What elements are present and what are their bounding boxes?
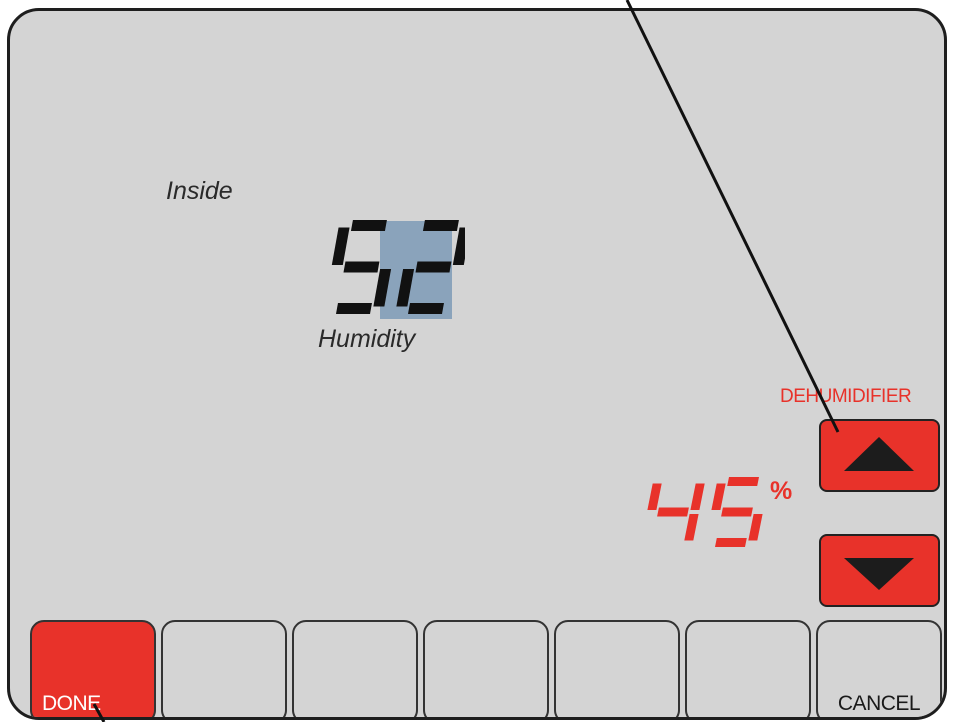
softkey-6[interactable]	[685, 620, 811, 717]
segment-b	[452, 227, 465, 265]
segment-d	[715, 538, 747, 547]
softkey-5[interactable]	[554, 620, 680, 717]
segment-e	[396, 269, 415, 307]
segment-b	[690, 483, 705, 510]
setpoint-up-button[interactable]	[819, 419, 940, 492]
softkey-3[interactable]	[292, 620, 418, 717]
segment-f	[647, 483, 662, 510]
cancel-label: CANCEL	[837, 692, 921, 715]
dehumidifier-setpoint-value	[647, 477, 763, 547]
thermostat-screen: Inside Humidity DEHUMIDIFIER % DONE CANC…	[7, 8, 947, 720]
cancel-button[interactable]: CANCEL	[816, 620, 942, 717]
segment-d	[408, 303, 444, 314]
segment-g	[415, 261, 452, 273]
segment-c	[748, 514, 763, 541]
done-label: DONE	[42, 692, 101, 715]
segment-c	[373, 269, 392, 307]
humidity-label: Humidity	[318, 325, 416, 353]
segment-d	[336, 303, 372, 314]
segment-g	[657, 507, 689, 517]
segment-f	[331, 227, 350, 265]
softkey-4[interactable]	[423, 620, 549, 717]
segment-a	[422, 220, 459, 231]
setpoint-down-button[interactable]	[819, 534, 940, 607]
segment-g	[343, 261, 380, 273]
percent-symbol: %	[770, 477, 793, 505]
segment-c	[684, 514, 699, 541]
arrow-down-icon	[844, 558, 914, 590]
inside-label: Inside	[166, 177, 233, 205]
segment-g	[721, 507, 753, 517]
segment-f	[711, 483, 726, 510]
arrow-up-icon	[844, 437, 914, 471]
segment-a	[350, 220, 387, 231]
dehumidifier-label: DEHUMIDIFIER	[780, 386, 912, 407]
segment-a	[727, 477, 759, 486]
done-button[interactable]: DONE	[30, 620, 156, 717]
softkey-2[interactable]	[161, 620, 287, 717]
inside-humidity-value	[331, 220, 465, 314]
